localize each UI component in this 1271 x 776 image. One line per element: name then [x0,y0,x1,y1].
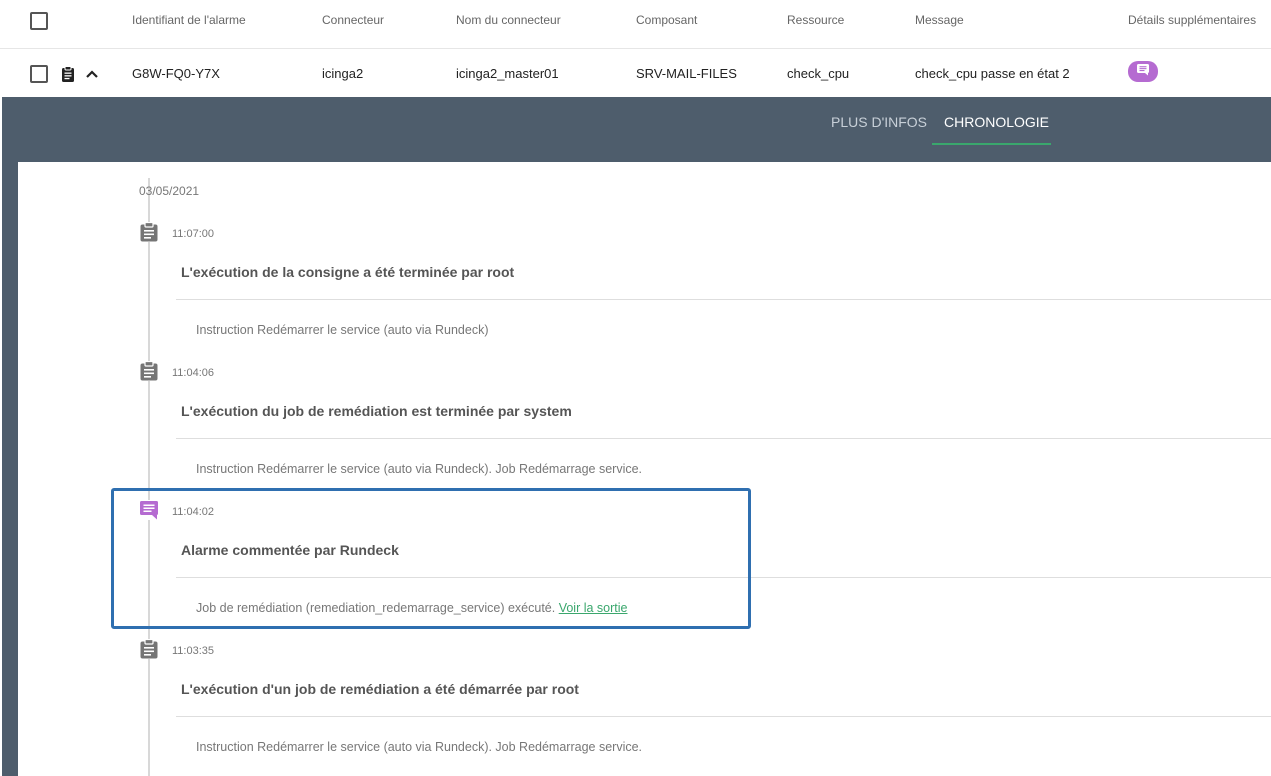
timeline-line [148,178,150,776]
clipboard-icon[interactable] [61,66,75,82]
extra-details-badge[interactable] [1128,61,1158,82]
message-cell: check_cpu passe en état 2 [915,66,1070,81]
comment-icon [139,500,159,520]
event-title: L'exécution d'un job de remédiation a ét… [181,681,579,697]
event-divider [176,577,1271,578]
event-divider [176,716,1271,717]
connector-cell: icinga2 [322,66,364,81]
clipboard-icon [139,221,159,242]
column-header-extra-details[interactable]: Détails supplémentaires [1128,13,1256,27]
select-all-checkbox[interactable] [30,12,48,30]
comment-icon [1136,63,1150,81]
alarm-id-cell: G8W-FQ0-Y7X [132,66,220,81]
component-cell: SRV-MAIL-FILES [636,66,737,81]
event-time: 11:03:35 [172,645,215,657]
column-header-connector[interactable]: Connecteur [322,13,384,27]
column-header-component[interactable]: Composant [636,13,697,27]
event-description: Instruction Redémarrer le service (auto … [196,323,489,337]
event-divider [176,438,1271,439]
column-header-connector-name[interactable]: Nom du connecteur [456,13,561,27]
event-description: Instruction Redémarrer le service (auto … [196,462,643,476]
event-title: Alarme commentée par Rundeck [181,542,399,558]
row-select-checkbox[interactable] [30,65,48,83]
event-time: 11:04:06 [172,367,215,379]
view-output-link[interactable]: Voir la sortie [559,601,628,615]
connector-name-cell: icinga2_master01 [456,66,559,81]
clipboard-icon [139,638,159,659]
resource-cell: check_cpu [787,66,850,81]
event-time: 11:07:00 [172,228,215,240]
event-description: Job de remédiation (remediation_redemarr… [196,601,556,615]
event-time: 11:04:02 [172,506,215,518]
column-header-message[interactable]: Message [915,13,964,27]
tab-timeline[interactable]: CHRONOLOGIE [944,114,1049,130]
event-title: L'exécution du job de remédiation est te… [181,403,572,419]
tab-more-info[interactable]: PLUS D'INFOS [831,114,927,130]
chevron-up-icon[interactable] [85,67,99,79]
column-header-resource[interactable]: Ressource [787,13,844,27]
event-divider [176,299,1271,300]
column-header-alarm-id[interactable]: Identifiant de l'alarme [132,13,246,27]
clipboard-icon [139,360,159,381]
event-description: Instruction Redémarrer le service (auto … [196,740,643,754]
event-title: L'exécution de la consigne a été terminé… [181,264,515,280]
table-header-row: Identifiant de l'alarme Connecteur Nom d… [0,0,1271,49]
active-tab-indicator [932,143,1051,145]
timeline-date: 03/05/2021 [139,184,200,198]
event-description-row: Job de remédiation (remediation_redemarr… [196,601,627,615]
